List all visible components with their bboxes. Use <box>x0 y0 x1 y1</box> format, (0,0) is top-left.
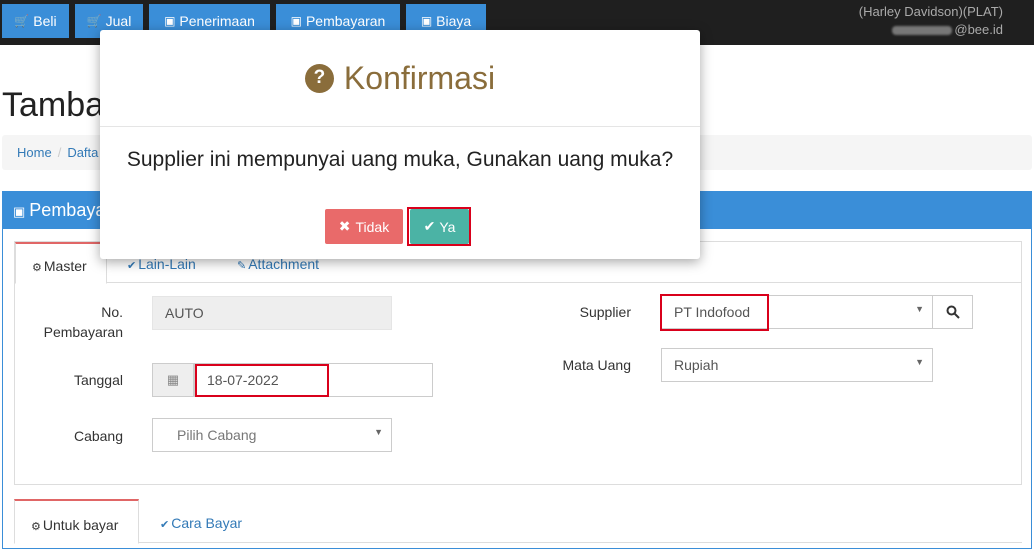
tidak-label: Tidak <box>355 218 390 235</box>
ya-label: Ya <box>439 218 456 235</box>
modal-overlay: ? Konfirmasi Supplier ini mempunyai uang… <box>0 0 1034 549</box>
dialog-header: ? Konfirmasi <box>100 30 700 127</box>
close-icon: ✖ <box>338 218 351 234</box>
check-icon: ✔ <box>423 218 436 234</box>
tidak-button[interactable]: ✖ Tidak <box>325 209 403 244</box>
ya-button[interactable]: ✔ Ya <box>410 209 469 244</box>
confirm-dialog: ? Konfirmasi Supplier ini mempunyai uang… <box>100 30 700 259</box>
dialog-message: Supplier ini mempunyai uang muka, Gunaka… <box>126 148 674 171</box>
question-icon: ? <box>304 63 334 93</box>
dialog-title: Konfirmasi <box>343 59 496 96</box>
